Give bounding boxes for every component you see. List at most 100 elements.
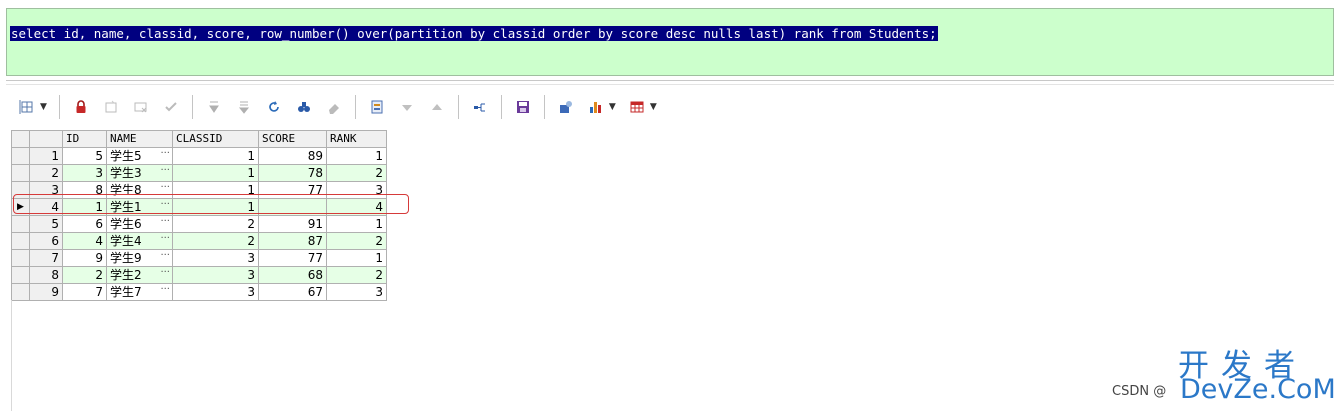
row-number: 8 xyxy=(29,266,63,284)
table-row[interactable]: 8 2 学生2 ··· 3 68 2 xyxy=(11,266,387,284)
table-view-icon[interactable] xyxy=(626,96,648,118)
cell-score[interactable]: 68 xyxy=(258,266,327,284)
grid-left-border xyxy=(11,300,12,411)
table-row[interactable]: 7 9 学生9 ··· 3 77 1 xyxy=(11,249,387,267)
cell-classid[interactable]: 1 xyxy=(172,147,259,165)
chevron-down-icon[interactable]: ▼ xyxy=(40,102,47,112)
cell-name[interactable]: 学生4 ··· xyxy=(106,232,173,250)
ellipsis-button[interactable]: ··· xyxy=(160,183,170,195)
post-check-icon[interactable] xyxy=(160,96,182,118)
cell-classid[interactable]: 3 xyxy=(172,266,259,284)
cell-rank[interactable]: 1 xyxy=(326,249,387,267)
cell-name[interactable]: 学生5 ··· xyxy=(106,147,173,165)
table-row[interactable]: 9 7 学生7 ··· 3 67 3 xyxy=(11,283,387,301)
toolbar-separator xyxy=(543,95,545,119)
table-row[interactable]: 6 4 学生4 ··· 2 87 2 xyxy=(11,232,387,250)
cell-name[interactable]: 学生7 ··· xyxy=(106,283,173,301)
cell-rank[interactable]: 1 xyxy=(326,147,387,165)
cell-name-text: 学生3 xyxy=(110,166,142,180)
column-header-name[interactable]: NAME xyxy=(106,130,173,148)
query-by-example-icon[interactable] xyxy=(366,96,388,118)
sort-desc-icon[interactable] xyxy=(396,96,418,118)
cell-score[interactable]: 77 xyxy=(258,249,327,267)
cell-classid[interactable]: 1 xyxy=(172,164,259,182)
ellipsis-button[interactable]: ··· xyxy=(160,149,170,161)
column-header-rank[interactable]: RANK xyxy=(326,130,387,148)
csdn-watermark: CSDN @ xyxy=(1112,384,1167,399)
lock-icon[interactable] xyxy=(70,96,92,118)
cell-score[interactable]: 89 xyxy=(258,147,327,165)
grid-options-icon[interactable] xyxy=(16,96,38,118)
cell-id[interactable]: 2 xyxy=(62,266,107,284)
column-header-id[interactable]: ID xyxy=(62,130,107,148)
row-number: 6 xyxy=(29,232,63,250)
row-number: 1 xyxy=(29,147,63,165)
sort-asc-icon[interactable] xyxy=(426,96,448,118)
chart-icon[interactable] xyxy=(585,96,607,118)
toolbar-separator xyxy=(457,95,459,119)
result-toolbar: ▼ ▼ ▼ xyxy=(12,90,712,124)
ellipsis-button[interactable]: ··· xyxy=(160,251,170,263)
ellipsis-button[interactable]: ··· xyxy=(160,285,170,297)
chevron-down-icon[interactable]: ▼ xyxy=(609,102,616,112)
column-header-classid[interactable]: CLASSID xyxy=(172,130,259,148)
highlight-box xyxy=(13,194,409,214)
chevron-down-icon[interactable]: ▼ xyxy=(650,102,657,112)
header-indicator xyxy=(11,130,30,148)
cell-name[interactable]: 学生2 ··· xyxy=(106,266,173,284)
ellipsis-button[interactable]: ··· xyxy=(160,166,170,178)
cell-score[interactable]: 78 xyxy=(258,164,327,182)
cell-name[interactable]: 学生3 ··· xyxy=(106,164,173,182)
grid-header-row: ID NAME CLASSID SCORE RANK xyxy=(11,130,387,148)
cell-id[interactable]: 4 xyxy=(62,232,107,250)
cell-classid[interactable]: 3 xyxy=(172,249,259,267)
cell-id[interactable]: 9 xyxy=(62,249,107,267)
cell-classid[interactable]: 2 xyxy=(172,215,259,233)
ellipsis-button[interactable]: ··· xyxy=(160,268,170,280)
next-record-icon[interactable] xyxy=(203,96,225,118)
cell-name-text: 学生4 xyxy=(110,234,142,248)
ellipsis-button[interactable]: ··· xyxy=(160,217,170,229)
cell-id[interactable]: 3 xyxy=(62,164,107,182)
cell-id[interactable]: 6 xyxy=(62,215,107,233)
cell-name-text: 学生6 xyxy=(110,217,142,231)
column-header-score[interactable]: SCORE xyxy=(258,130,327,148)
table-row[interactable]: 5 6 学生6 ··· 2 91 1 xyxy=(11,215,387,233)
cell-rank[interactable]: 2 xyxy=(326,164,387,182)
table-row[interactable]: 2 3 学生3 ··· 1 78 2 xyxy=(11,164,387,182)
header-rownum xyxy=(29,130,63,148)
cell-score[interactable]: 67 xyxy=(258,283,327,301)
last-record-icon[interactable] xyxy=(233,96,255,118)
save-icon[interactable] xyxy=(512,96,534,118)
analyze-icon[interactable] xyxy=(555,96,577,118)
cell-score[interactable]: 91 xyxy=(258,215,327,233)
delete-record-icon[interactable] xyxy=(130,96,152,118)
cell-name[interactable]: 学生9 ··· xyxy=(106,249,173,267)
export-icon[interactable] xyxy=(469,96,491,118)
cell-rank[interactable]: 1 xyxy=(326,215,387,233)
cell-rank[interactable]: 2 xyxy=(326,266,387,284)
cell-id[interactable]: 5 xyxy=(62,147,107,165)
row-indicator xyxy=(11,215,30,233)
editor-splitter[interactable] xyxy=(6,80,1334,85)
ellipsis-button[interactable]: ··· xyxy=(160,234,170,246)
cell-name[interactable]: 学生6 ··· xyxy=(106,215,173,233)
sql-query-text[interactable]: select id, name, classid, score, row_num… xyxy=(10,26,938,41)
cell-classid[interactable]: 3 xyxy=(172,283,259,301)
cell-id[interactable]: 7 xyxy=(62,283,107,301)
row-number: 5 xyxy=(29,215,63,233)
sql-editor[interactable]: select id, name, classid, score, row_num… xyxy=(6,8,1334,76)
cell-classid[interactable]: 2 xyxy=(172,232,259,250)
toolbar-separator xyxy=(58,95,60,119)
find-icon[interactable] xyxy=(293,96,315,118)
row-indicator xyxy=(11,283,30,301)
row-indicator xyxy=(11,266,30,284)
cell-rank[interactable]: 2 xyxy=(326,232,387,250)
cell-rank[interactable]: 3 xyxy=(326,283,387,301)
cell-score[interactable]: 87 xyxy=(258,232,327,250)
toolbar-separator xyxy=(191,95,193,119)
clear-icon[interactable] xyxy=(323,96,345,118)
insert-record-icon[interactable] xyxy=(100,96,122,118)
refresh-icon[interactable] xyxy=(263,96,285,118)
table-row[interactable]: 1 5 学生5 ··· 1 89 1 xyxy=(11,147,387,165)
